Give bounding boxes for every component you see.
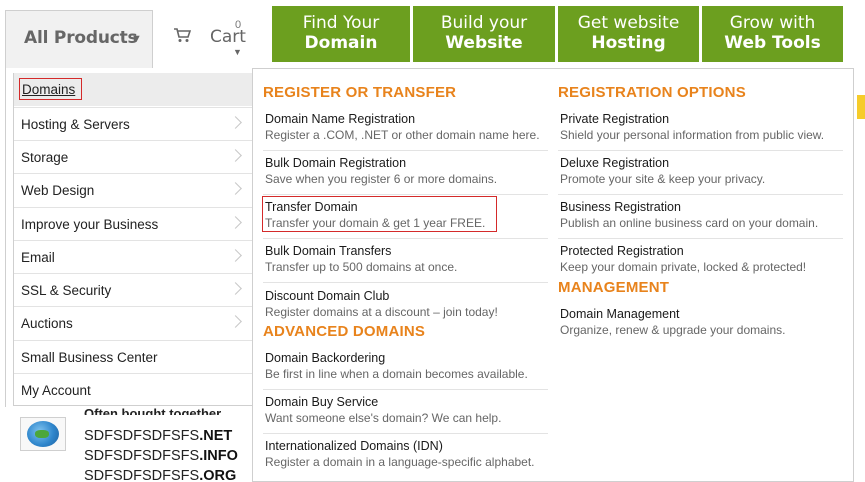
link-description: Promote your site & keep your privacy. bbox=[560, 172, 766, 186]
get-hosting-button[interactable]: Get website Hosting bbox=[558, 6, 699, 62]
cart-chevron-down-icon: ▼ bbox=[233, 47, 242, 57]
chevron-right-icon bbox=[229, 216, 242, 229]
link-bulk-domain-registration[interactable]: Bulk Domain Registration Save when you r… bbox=[263, 151, 548, 195]
link-description: Register domains at a discount – join to… bbox=[265, 305, 498, 319]
section-title-management: MANAGEMENT bbox=[558, 279, 670, 296]
find-domain-line2: Domain bbox=[304, 33, 378, 53]
link-title: Internationalized Domains (IDN) bbox=[265, 439, 443, 453]
link-title: Domain Name Registration bbox=[265, 112, 416, 126]
section-title-advanced: ADVANCED DOMAINS bbox=[263, 323, 426, 340]
link-domain-backordering[interactable]: Domain Backordering Be first in line whe… bbox=[263, 346, 548, 390]
link-description: Register a domain in a language-specific… bbox=[265, 455, 535, 469]
section-title-registration-options: REGISTRATION OPTIONS bbox=[558, 84, 746, 101]
menu-item-label: Hosting & Servers bbox=[21, 117, 130, 132]
link-description: Save when you register 6 or more domains… bbox=[265, 172, 498, 186]
web-tools-line2: Web Tools bbox=[724, 33, 821, 53]
menu-item-storage[interactable]: Storage bbox=[14, 140, 254, 173]
menu-item-label: Auctions bbox=[21, 316, 73, 331]
chevron-right-icon bbox=[229, 249, 242, 262]
build-website-line2: Website bbox=[445, 33, 523, 53]
cart-count-badge: 0 bbox=[235, 19, 242, 31]
domain-suggestion-net: SDFSDFSDFSFS.NET bbox=[84, 428, 233, 444]
menu-item-label: Web Design bbox=[21, 183, 95, 198]
menu-item-label: Email bbox=[21, 250, 55, 265]
menu-item-auctions[interactable]: Auctions bbox=[14, 306, 254, 339]
domain-suggestion-info: SDFSDFSDFSFS.INFO bbox=[84, 448, 238, 464]
products-menu: Domains Hosting & Servers Storage Web De… bbox=[13, 73, 254, 406]
menu-item-label: Improve your Business bbox=[21, 217, 159, 232]
link-title: Domain Backordering bbox=[265, 351, 386, 365]
menu-item-small-business-center[interactable]: Small Business Center bbox=[14, 340, 254, 373]
menu-item-label: Domains bbox=[22, 82, 76, 97]
get-hosting-line1: Get website bbox=[577, 13, 680, 33]
link-internationalized-domains[interactable]: Internationalized Domains (IDN) Register… bbox=[263, 434, 548, 478]
chevron-right-icon bbox=[229, 315, 242, 328]
link-description: Register a .COM, .NET or other domain na… bbox=[265, 128, 540, 142]
link-description: Keep your domain private, locked & prote… bbox=[560, 260, 807, 274]
link-description: Organize, renew & upgrade your domains. bbox=[560, 323, 786, 337]
link-private-registration[interactable]: Private Registration Shield your persona… bbox=[558, 107, 843, 151]
link-description: Want someone else's domain? We can help. bbox=[265, 411, 502, 425]
link-description: Shield your personal information from pu… bbox=[560, 128, 825, 142]
find-domain-button[interactable]: Find Your Domain bbox=[272, 6, 410, 62]
link-title: Discount Domain Club bbox=[265, 289, 390, 303]
chevron-right-icon bbox=[229, 149, 242, 162]
menu-item-improve-business[interactable]: Improve your Business bbox=[14, 207, 254, 240]
menu-item-label: Small Business Center bbox=[21, 350, 158, 365]
link-title: Bulk Domain Transfers bbox=[265, 244, 392, 258]
link-title: Business Registration bbox=[560, 200, 681, 214]
menu-item-ssl-security[interactable]: SSL & Security bbox=[14, 273, 254, 306]
often-bought-heading: Often bought together bbox=[84, 406, 222, 415]
link-business-registration[interactable]: Business Registration Publish an online … bbox=[558, 195, 843, 239]
cart-button[interactable]: Cart 0 ▼ bbox=[155, 10, 270, 68]
chevron-right-icon bbox=[229, 116, 242, 129]
link-deluxe-registration[interactable]: Deluxe Registration Promote your site & … bbox=[558, 151, 843, 195]
link-title: Bulk Domain Registration bbox=[265, 156, 407, 170]
domain-suggestion-org: SDFSDFSDFSFS.ORG bbox=[84, 468, 237, 482]
link-description: Publish an online business card on your … bbox=[560, 216, 819, 230]
all-products-tab[interactable]: All Products ▼ bbox=[5, 10, 153, 68]
menu-item-label: My Account bbox=[21, 383, 91, 398]
build-website-button[interactable]: Build your Website bbox=[413, 6, 555, 62]
transfer-domain-highlight-box bbox=[262, 196, 497, 232]
cart-icon bbox=[174, 28, 191, 42]
link-title: Deluxe Registration bbox=[560, 156, 670, 170]
link-title: Protected Registration bbox=[560, 244, 684, 258]
link-domain-management[interactable]: Domain Management Organize, renew & upgr… bbox=[558, 302, 843, 346]
web-tools-button[interactable]: Grow with Web Tools bbox=[702, 6, 843, 62]
link-title: Domain Buy Service bbox=[265, 395, 379, 409]
yellow-banner-edge bbox=[857, 95, 865, 119]
menu-item-domains[interactable]: Domains bbox=[14, 73, 254, 106]
link-domain-buy-service[interactable]: Domain Buy Service Want someone else's d… bbox=[263, 390, 548, 434]
link-title: Private Registration bbox=[560, 112, 670, 126]
chevron-down-icon: ▼ bbox=[131, 33, 142, 45]
menu-item-hosting[interactable]: Hosting & Servers bbox=[14, 107, 254, 140]
build-website-line1: Build your bbox=[440, 13, 528, 33]
link-bulk-domain-transfers[interactable]: Bulk Domain Transfers Transfer up to 500… bbox=[263, 239, 548, 283]
globe-icon bbox=[20, 417, 66, 451]
all-products-label: All Products bbox=[24, 28, 138, 48]
chevron-right-icon bbox=[229, 182, 242, 195]
web-tools-line1: Grow with bbox=[729, 13, 816, 33]
menu-item-email[interactable]: Email bbox=[14, 240, 254, 273]
section-title-register: REGISTER OR TRANSFER bbox=[263, 84, 457, 101]
link-description: Transfer up to 500 domains at once. bbox=[265, 260, 458, 274]
link-description: Be first in line when a domain becomes a… bbox=[265, 367, 528, 381]
menu-item-my-account[interactable]: My Account bbox=[14, 373, 254, 406]
menu-item-label: Storage bbox=[21, 150, 69, 165]
chevron-right-icon bbox=[229, 282, 242, 295]
link-domain-name-registration[interactable]: Domain Name Registration Register a .COM… bbox=[263, 107, 548, 151]
link-title: Domain Management bbox=[560, 307, 680, 321]
link-discount-domain-club[interactable]: Discount Domain Club Register domains at… bbox=[263, 284, 548, 328]
menu-item-label: SSL & Security bbox=[21, 283, 112, 298]
find-domain-line1: Find Your bbox=[302, 13, 380, 33]
domains-highlight-box: Domains bbox=[19, 78, 82, 100]
link-protected-registration[interactable]: Protected Registration Keep your domain … bbox=[558, 239, 843, 283]
get-hosting-line2: Hosting bbox=[591, 33, 666, 53]
menu-item-web-design[interactable]: Web Design bbox=[14, 173, 254, 206]
